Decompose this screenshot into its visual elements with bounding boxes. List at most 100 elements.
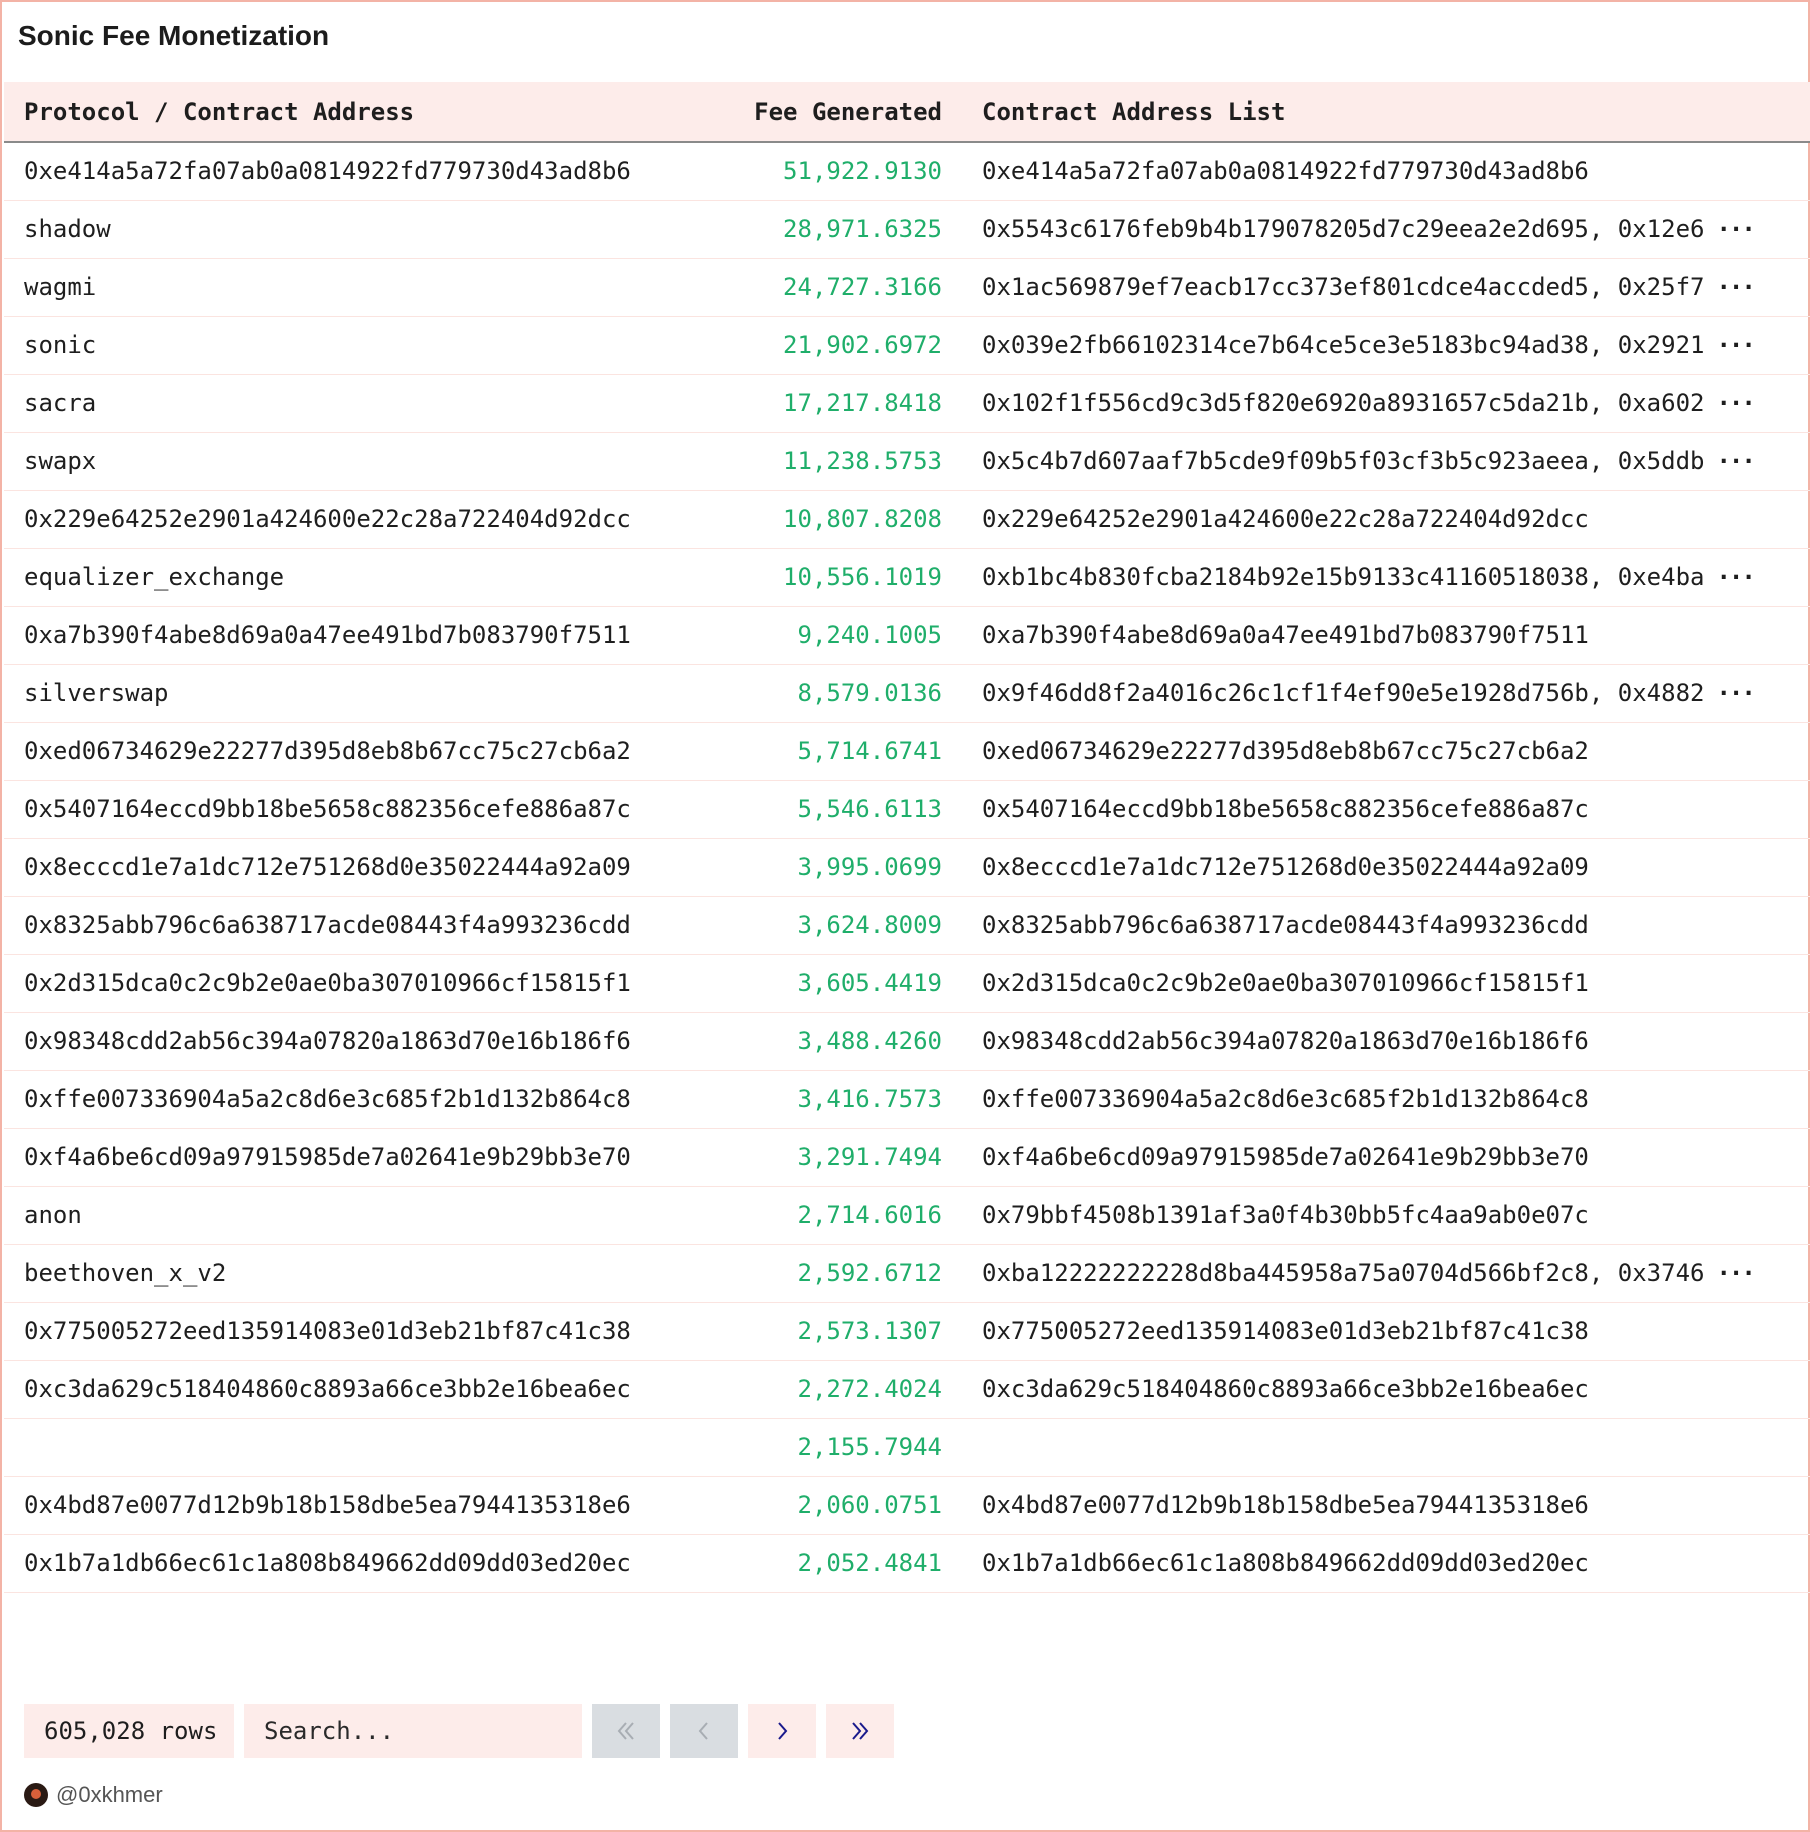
contract-address-list-text: 0xba12222222228d8ba445958a75a0704d566bf2… — [982, 1259, 1705, 1287]
search-input[interactable] — [244, 1704, 582, 1758]
author-credit[interactable]: @0xkhmer — [24, 1782, 163, 1808]
table-row[interactable]: 0x5407164eccd9bb18be5658c882356cefe886a8… — [4, 780, 1810, 838]
contract-address-list-text: 0x5543c6176feb9b4b179078205d7c29eea2e2d6… — [982, 215, 1705, 243]
more-icon[interactable]: ··· — [1716, 679, 1755, 707]
cell-protocol: 0xffe007336904a5a2c8d6e3c685f2b1d132b864… — [24, 1085, 631, 1113]
cell-contract-address-list: 0x9f46dd8f2a4016c26c1cf1f4ef90e5e1928d75… — [962, 664, 1810, 722]
contract-address-list-text: 0x98348cdd2ab56c394a07820a1863d70e16b186… — [982, 1027, 1589, 1055]
table-row[interactable]: 0xe414a5a72fa07ab0a0814922fd779730d43ad8… — [4, 142, 1810, 200]
table-row[interactable]: swapx 11,238.5753 0x5c4b7d607aaf7b5cde9f09… — [4, 432, 1810, 490]
cell-fee-generated: 10,556.1019 — [783, 563, 942, 591]
avatar-icon — [24, 1783, 48, 1807]
table-row[interactable]: shadow 28,971.6325 0x5543c6176feb9b4b17907… — [4, 200, 1810, 258]
cell-fee-generated: 2,060.0751 — [797, 1491, 943, 1519]
table-row[interactable]: 0xf4a6be6cd09a97915985de7a02641e9b29bb3e… — [4, 1128, 1810, 1186]
table-row[interactable]: beethoven_x_v2 2,592.6712 0xba12222222228d… — [4, 1244, 1810, 1302]
table-row[interactable]: 0xc3da629c518404860c8893a66ce3bb2e16bea6… — [4, 1360, 1810, 1418]
cell-fee-generated: 21,902.6972 — [783, 331, 942, 359]
cell-protocol: silverswap — [24, 679, 169, 707]
table-row[interactable]: equalizer_exchange 10,556.1019 0xb1bc4b830… — [4, 548, 1810, 606]
more-icon[interactable]: ··· — [1716, 447, 1755, 475]
table-row[interactable]: 0x8325abb796c6a638717acde08443f4a993236c… — [4, 896, 1810, 954]
cell-fee-generated: 2,272.4024 — [797, 1375, 943, 1403]
header-contract-address-list[interactable]: Contract Address List — [962, 82, 1810, 143]
cell-protocol: 0x98348cdd2ab56c394a07820a1863d70e16b186… — [24, 1027, 631, 1055]
cell-fee-generated: 3,291.7494 — [797, 1143, 943, 1171]
more-icon[interactable]: ··· — [1716, 1259, 1755, 1287]
cell-protocol: 0x229e64252e2901a424600e22c28a722404d92d… — [24, 505, 631, 533]
contract-address-list-text: 0x8325abb796c6a638717acde08443f4a993236c… — [982, 911, 1589, 939]
contract-address-list-text: 0x5407164eccd9bb18be5658c882356cefe886a8… — [982, 795, 1589, 823]
table-row[interactable]: sonic 21,902.6972 0x039e2fb66102314ce7b64c… — [4, 316, 1810, 374]
table-row[interactable]: 0xed06734629e22277d395d8eb8b67cc75c27cb6… — [4, 722, 1810, 780]
table-row[interactable]: 0x4bd87e0077d12b9b18b158dbe5ea7944135318… — [4, 1476, 1810, 1534]
first-page-button[interactable] — [592, 1704, 660, 1758]
table-row[interactable]: wagmi 24,727.3166 0x1ac569879ef7eacb17cc37… — [4, 258, 1810, 316]
table-row[interactable]: 0x2d315dca0c2c9b2e0ae0ba307010966cf15815… — [4, 954, 1810, 1012]
cell-fee-generated: 10,807.8208 — [783, 505, 942, 533]
contract-address-list-text: 0xed06734629e22277d395d8eb8b67cc75c27cb6… — [982, 737, 1589, 765]
table-row[interactable]: 0x1b7a1db66ec61c1a808b849662dd09dd03ed20… — [4, 1534, 1810, 1592]
more-icon[interactable]: ··· — [1716, 273, 1755, 301]
cell-fee-generated: 17,217.8418 — [783, 389, 942, 417]
cell-contract-address-list: 0x1b7a1db66ec61c1a808b849662dd09dd03ed20… — [962, 1534, 1810, 1592]
cell-fee-generated: 51,922.9130 — [783, 157, 942, 186]
header-fee-generated[interactable]: Fee Generated — [714, 82, 962, 143]
more-icon[interactable]: ··· — [1716, 215, 1755, 243]
cell-contract-address-list: 0xf4a6be6cd09a97915985de7a02641e9b29bb3e… — [962, 1128, 1810, 1186]
table-body: 0xe414a5a72fa07ab0a0814922fd779730d43ad8… — [4, 142, 1810, 1592]
cell-protocol: swapx — [24, 447, 97, 475]
cell-contract-address-list: 0xa7b390f4abe8d69a0a47ee491bd7b083790f75… — [962, 606, 1810, 664]
cell-fee-generated: 3,995.0699 — [797, 853, 943, 881]
cell-contract-address-list: 0x102f1f556cd9c3d5f820e6920a8931657c5da2… — [962, 374, 1810, 432]
contract-address-list-text: 0x1ac569879ef7eacb17cc373ef801cdce4accde… — [982, 273, 1705, 301]
table-row[interactable]: 0x98348cdd2ab56c394a07820a1863d70e16b186… — [4, 1012, 1810, 1070]
next-page-button[interactable] — [748, 1704, 816, 1758]
contract-address-list-text: 0xffe007336904a5a2c8d6e3c685f2b1d132b864… — [982, 1085, 1589, 1113]
more-icon[interactable]: ··· — [1716, 563, 1755, 591]
cell-fee-generated: 2,052.4841 — [797, 1549, 943, 1577]
cell-protocol: sonic — [24, 331, 97, 359]
chevron-right-icon — [778, 1722, 788, 1740]
prev-page-button[interactable] — [670, 1704, 738, 1758]
last-page-button[interactable] — [826, 1704, 894, 1758]
contract-address-list-text: 0x79bbf4508b1391af3a0f4b30bb5fc4aa9ab0e0… — [982, 1201, 1589, 1229]
chevron-left-icon — [698, 1722, 708, 1740]
cell-contract-address-list: 0xffe007336904a5a2c8d6e3c685f2b1d132b864… — [962, 1070, 1810, 1128]
contract-address-list-text: 0xe414a5a72fa07ab0a0814922fd779730d43ad8… — [982, 157, 1589, 186]
table-row[interactable]: 0x229e64252e2901a424600e22c28a722404d92d… — [4, 490, 1810, 548]
contract-address-list-text: 0x5c4b7d607aaf7b5cde9f09b5f03cf3b5c923ae… — [982, 447, 1705, 475]
panel-title: Sonic Fee Monetization — [18, 20, 330, 51]
cell-fee-generated: 24,727.3166 — [783, 273, 942, 301]
cell-contract-address-list: 0x5c4b7d607aaf7b5cde9f09b5f03cf3b5c923ae… — [962, 432, 1810, 490]
table-row[interactable]: anon 2,714.6016 0x79bbf4508b1391af3a0f4b30… — [4, 1186, 1810, 1244]
fee-table: Protocol / Contract Address Fee Generate… — [4, 82, 1810, 1593]
table-row[interactable]: 0xffe007336904a5a2c8d6e3c685f2b1d132b864… — [4, 1070, 1810, 1128]
table-row[interactable]: 0xa7b390f4abe8d69a0a47ee491bd7b083790f75… — [4, 606, 1810, 664]
cell-protocol: 0xe414a5a72fa07ab0a0814922fd779730d43ad8… — [24, 157, 631, 186]
table-footer: 605,028 rows — [24, 1704, 894, 1758]
contract-address-list-text: 0x4bd87e0077d12b9b18b158dbe5ea7944135318… — [982, 1491, 1589, 1519]
header-protocol[interactable]: Protocol / Contract Address — [4, 82, 714, 143]
cell-fee-generated: 28,971.6325 — [783, 215, 942, 243]
table-row[interactable]: sacra 17,217.8418 0x102f1f556cd9c3d5f820e6… — [4, 374, 1810, 432]
contract-address-list-text: 0xf4a6be6cd09a97915985de7a02641e9b29bb3e… — [982, 1143, 1589, 1171]
cell-protocol: 0x5407164eccd9bb18be5658c882356cefe886a8… — [24, 795, 631, 823]
table-row[interactable]: 2,155.7944 — [4, 1418, 1810, 1476]
double-chevron-left-icon — [617, 1722, 634, 1740]
cell-contract-address-list: 0x2d315dca0c2c9b2e0ae0ba307010966cf15815… — [962, 954, 1810, 1012]
more-icon[interactable]: ··· — [1716, 331, 1755, 359]
cell-contract-address-list: 0x775005272eed135914083e01d3eb21bf87c41c… — [962, 1302, 1810, 1360]
table-row[interactable]: 0x775005272eed135914083e01d3eb21bf87c41c… — [4, 1302, 1810, 1360]
table-header: Protocol / Contract Address Fee Generate… — [4, 82, 1810, 143]
table-header-row: Protocol / Contract Address Fee Generate… — [4, 82, 1810, 143]
contract-address-list-text: 0x2d315dca0c2c9b2e0ae0ba307010966cf15815… — [982, 969, 1589, 997]
more-icon[interactable]: ··· — [1716, 389, 1755, 417]
cell-contract-address-list: 0x229e64252e2901a424600e22c28a722404d92d… — [962, 490, 1810, 548]
cell-protocol: 0x4bd87e0077d12b9b18b158dbe5ea7944135318… — [24, 1491, 631, 1519]
table-row[interactable]: silverswap 8,579.0136 0x9f46dd8f2a4016c26c… — [4, 664, 1810, 722]
cell-fee-generated: 3,605.4419 — [797, 969, 943, 997]
table-row[interactable]: 0x8ecccd1e7a1dc712e751268d0e35022444a92a… — [4, 838, 1810, 896]
double-chevron-right-icon — [852, 1722, 869, 1740]
contract-address-list-text: 0xb1bc4b830fcba2184b92e15b9133c411605180… — [982, 563, 1705, 591]
